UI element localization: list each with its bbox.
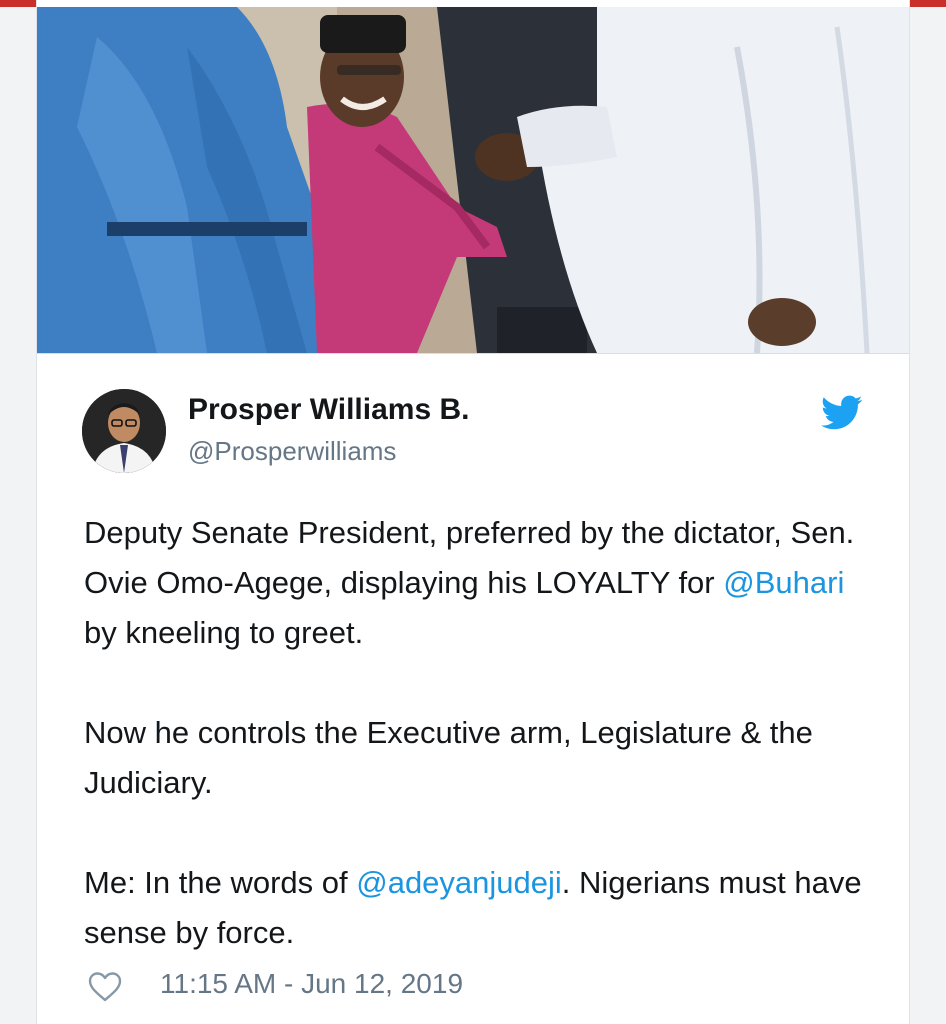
photo-illustration [37, 7, 909, 353]
heart-icon[interactable] [87, 971, 123, 1003]
tweet-photo[interactable] [37, 7, 909, 353]
tweet-paragraph: Now he controls the Executive arm, Legis… [84, 708, 884, 808]
mention-link[interactable]: @Buhari [723, 565, 844, 600]
tweet-timestamp[interactable]: 11:15 AM - Jun 12, 2019 [160, 968, 463, 1000]
avatar-icon [82, 389, 166, 473]
mention-link[interactable]: @adeyanjudeji [356, 865, 562, 900]
tweet-text: Deputy Senate President, preferred by th… [84, 508, 884, 958]
tweet-text-segment: Me: In the words of [84, 865, 357, 900]
author-avatar[interactable] [82, 389, 166, 473]
tweet-text-segment: by kneeling to greet. [84, 615, 364, 650]
tweet-card[interactable]: Prosper Williams B. @Prosperwilliams Dep… [36, 0, 910, 1024]
author-handle[interactable]: @Prosperwilliams [188, 436, 396, 467]
screenshot-page: Prosper Williams B. @Prosperwilliams Dep… [0, 0, 946, 1024]
tweet-text-segment: Now he controls the Executive arm, Legis… [84, 715, 813, 800]
tweet-paragraph: Me: In the words of @adeyanjudeji. Niger… [84, 858, 884, 958]
author-name[interactable]: Prosper Williams B. [188, 393, 469, 427]
twitter-bird-icon[interactable] [821, 395, 863, 431]
photo-divider [37, 353, 909, 354]
tweet-paragraph: Deputy Senate President, preferred by th… [84, 508, 884, 658]
